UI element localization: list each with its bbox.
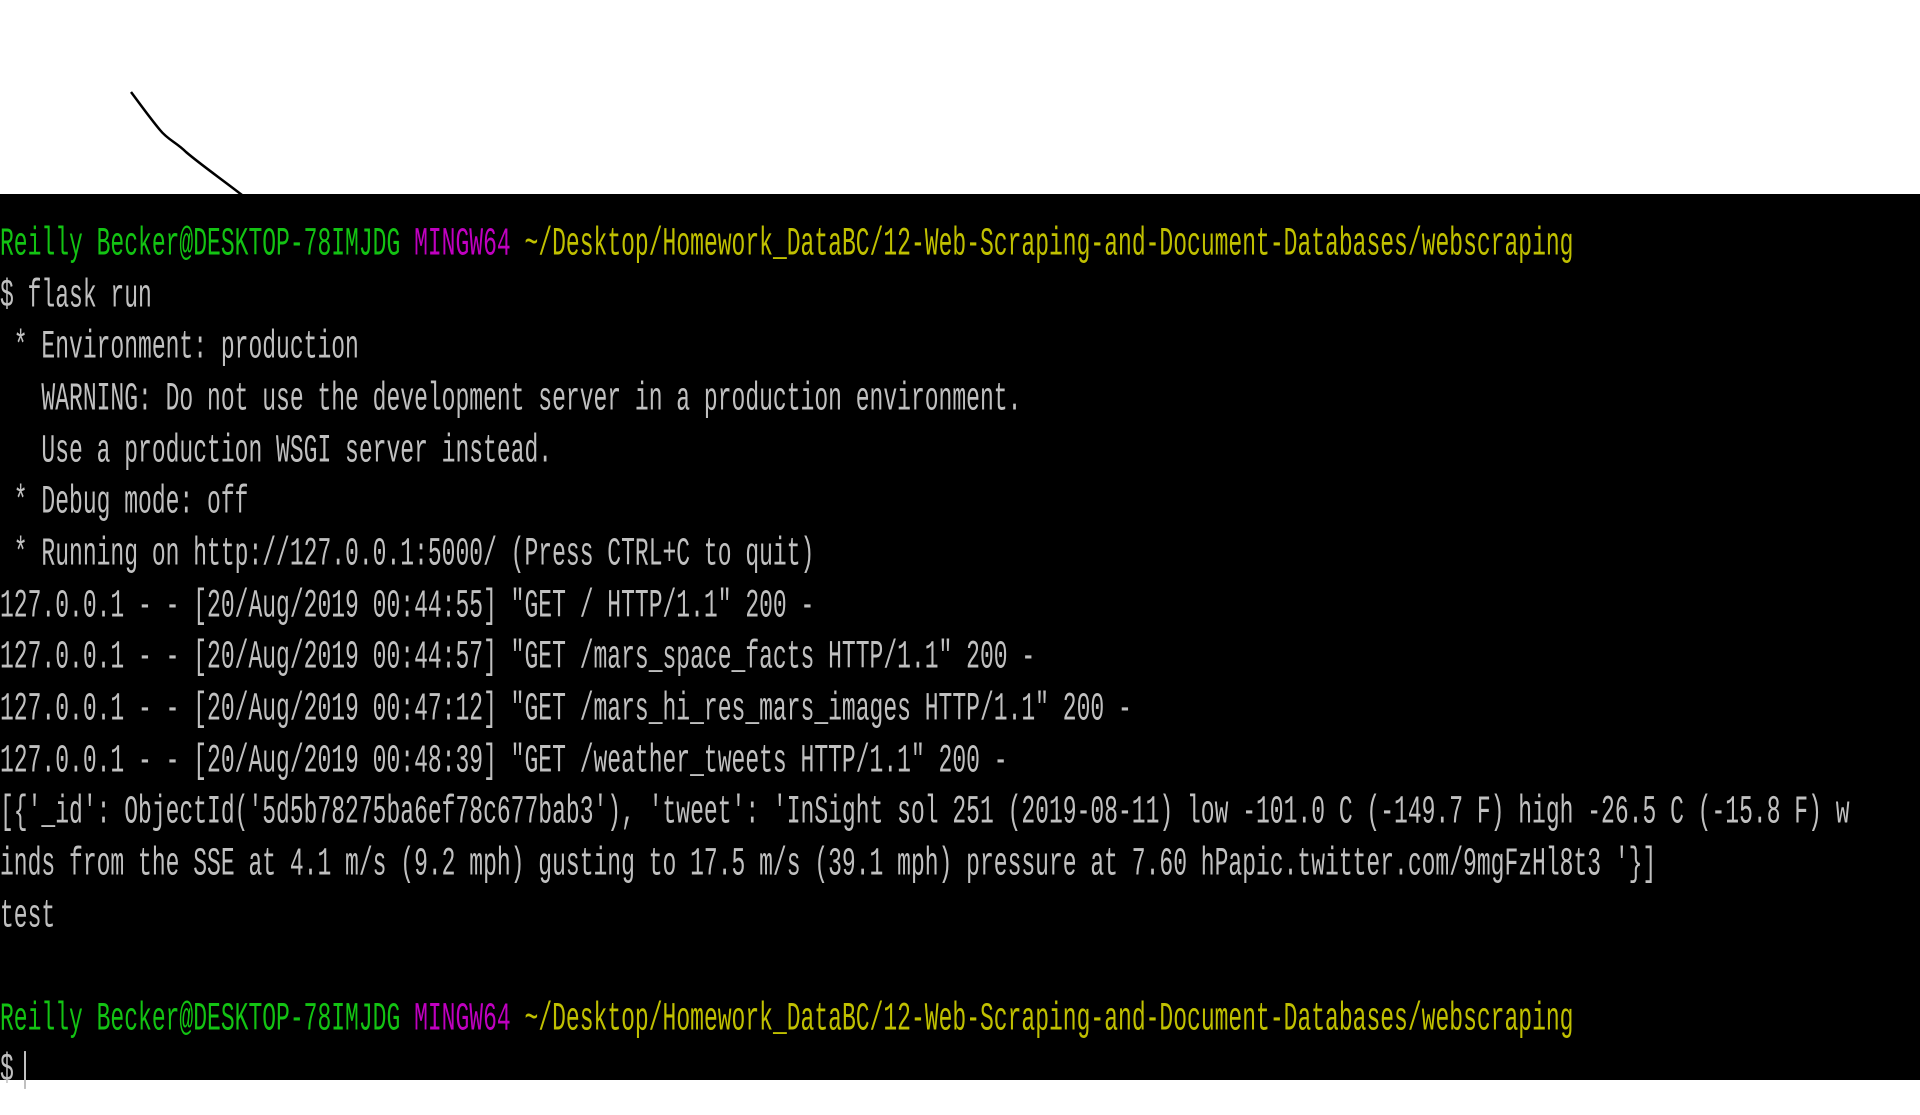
prompt-path: ~/Desktop/Homework_DataBC/12-Web-Scrapin… (524, 996, 1574, 1042)
prompt-system: MINGW64 (414, 996, 511, 1042)
prompt-user-host: Reilly Becker@DESKTOP-78IMJDG (0, 996, 401, 1042)
prompt-system: MINGW64 (414, 221, 511, 267)
pen-stroke-annotation (129, 91, 243, 196)
prompt-symbol: $ (0, 1047, 14, 1093)
whiteboard-area (0, 0, 1920, 196)
command-input-line[interactable]: $ (0, 1044, 26, 1096)
terminal-window[interactable]: Reilly Becker@DESKTOP-78IMJDG MINGW64 ~/… (0, 194, 1920, 1092)
tweet-output-line: inds from the SSE at 4.1 m/s (9.2 mph) g… (0, 841, 1657, 887)
output-line: test (0, 893, 56, 939)
prompt-path: ~/Desktop/Homework_DataBC/12-Web-Scrapin… (524, 221, 1574, 267)
prompt-line: Reilly Becker@DESKTOP-78IMJDG MINGW64 ~/… (0, 993, 1574, 1045)
text-cursor (23, 1050, 26, 1089)
prompt-line: Reilly Becker@DESKTOP-78IMJDG MINGW64 ~/… (0, 218, 1574, 270)
